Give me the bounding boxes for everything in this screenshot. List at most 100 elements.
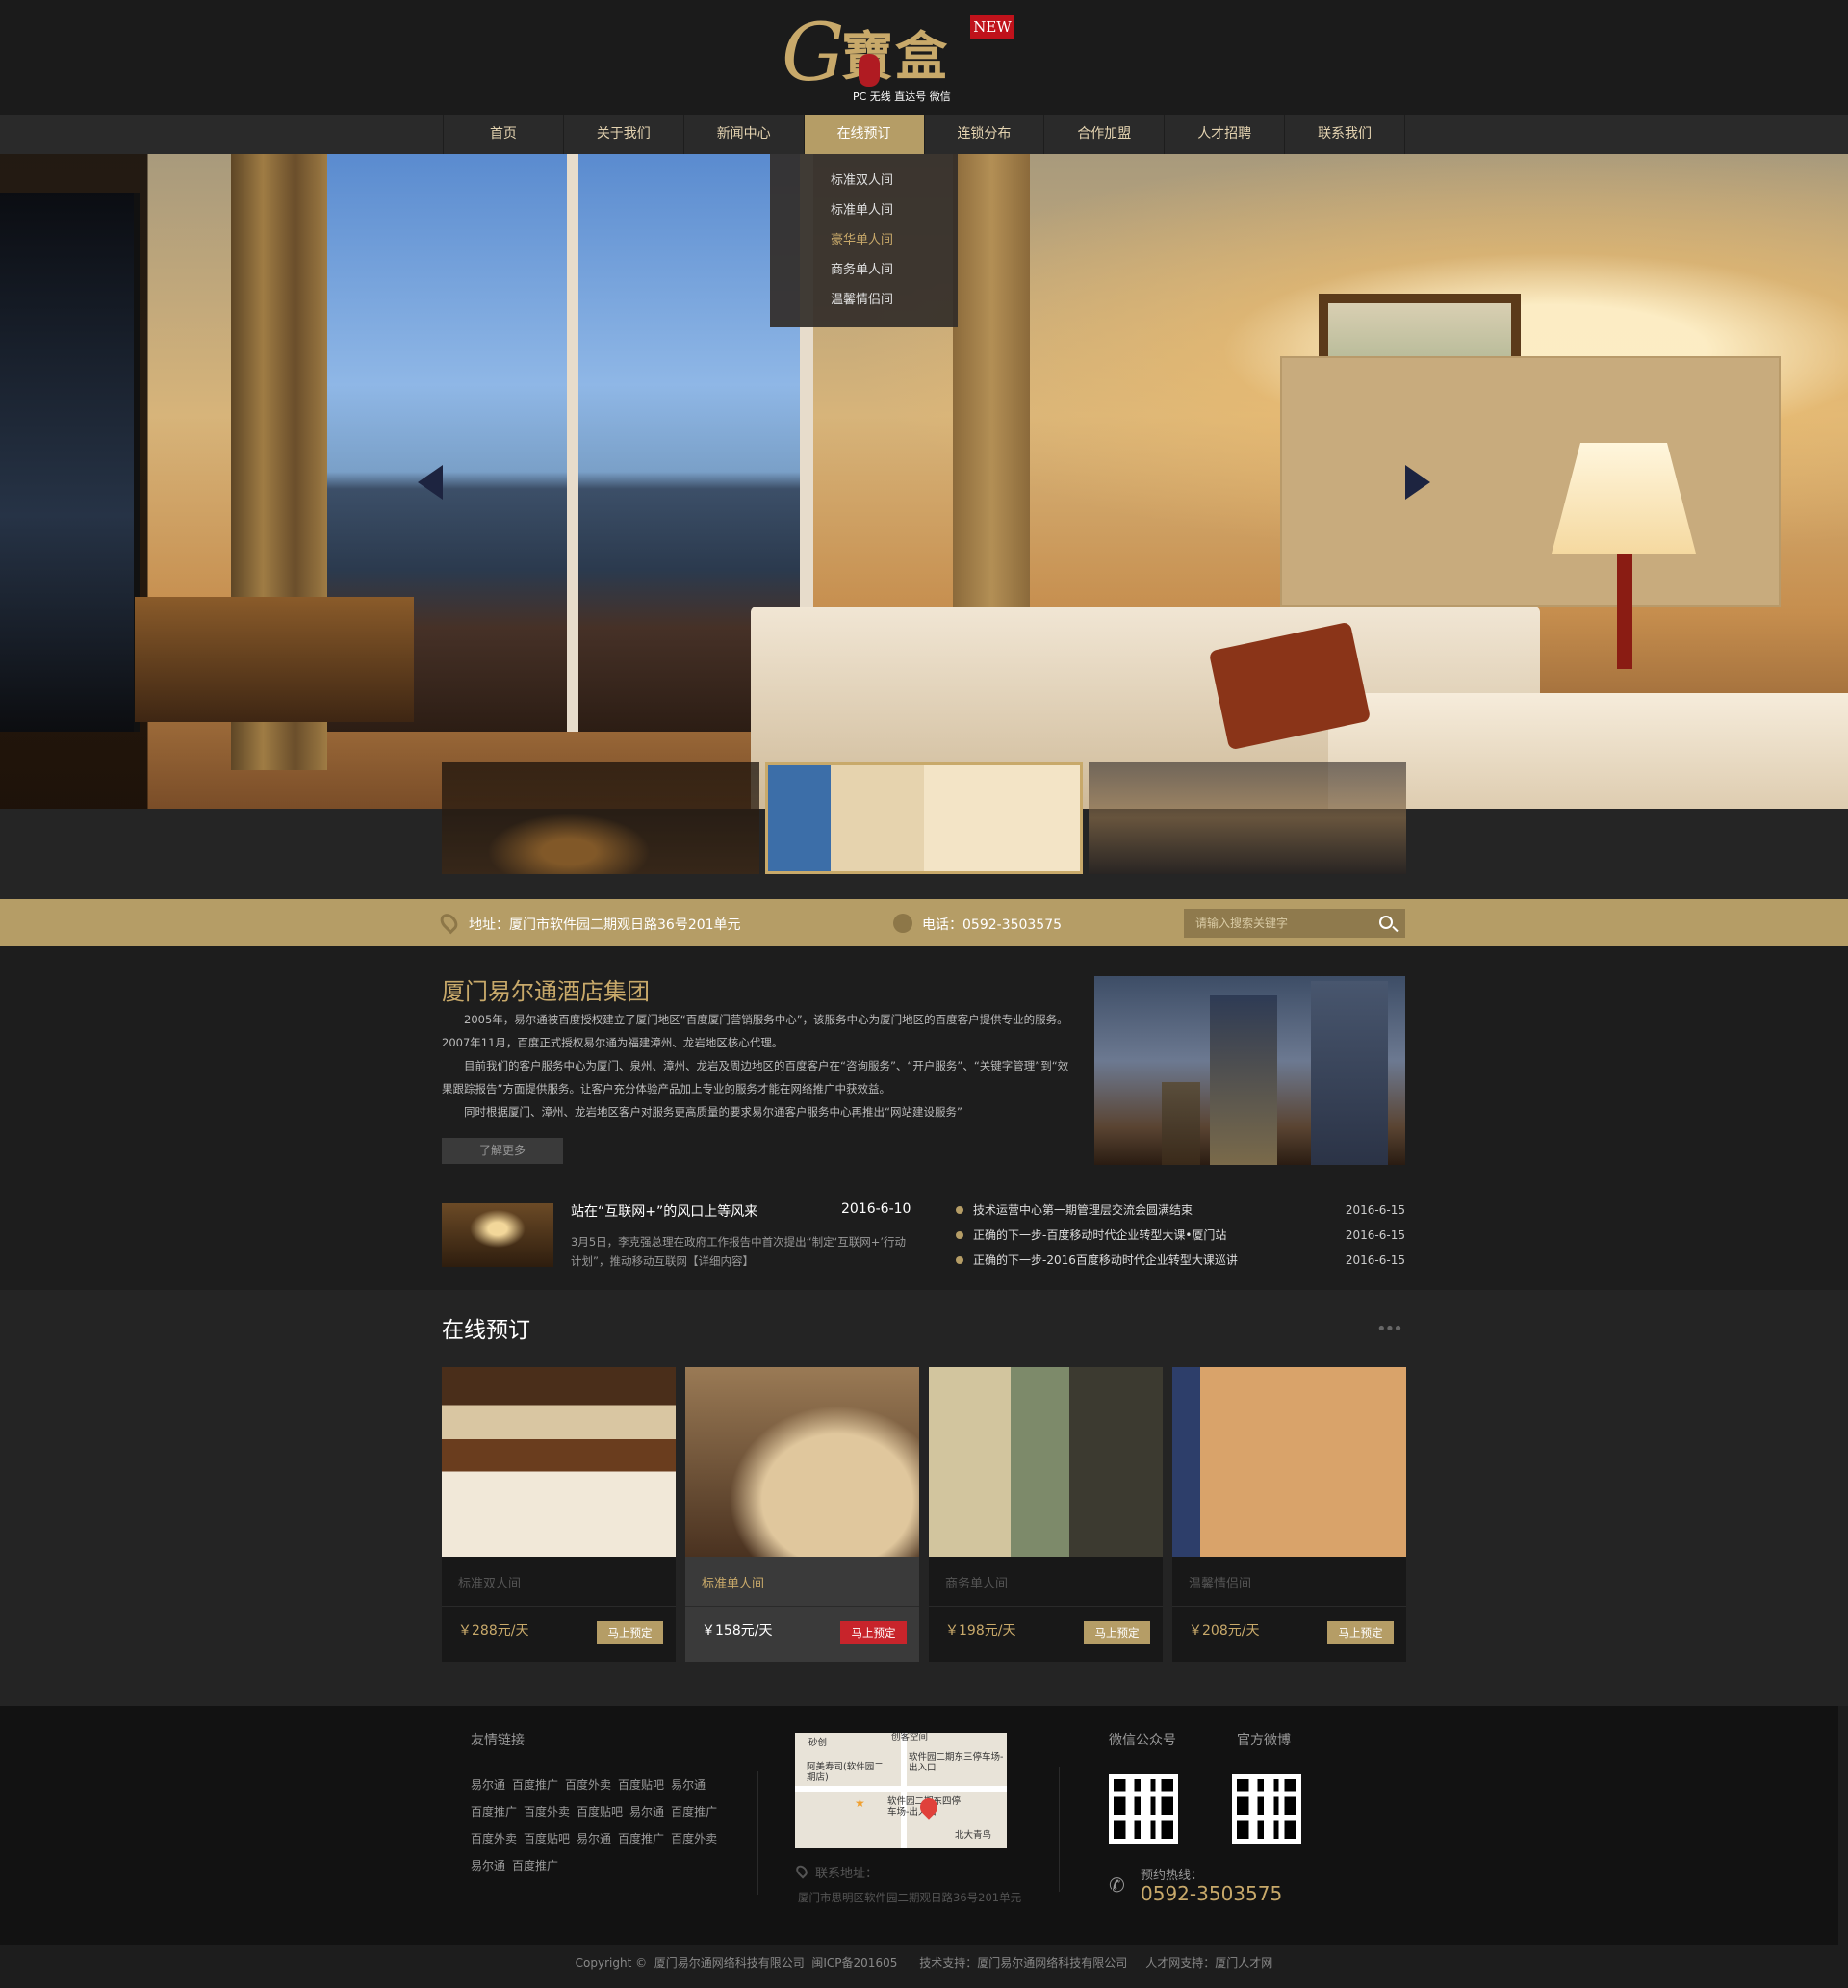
slide-thumbnail-active[interactable] [765, 762, 1083, 874]
friend-link[interactable]: 百度贴吧 [618, 1778, 664, 1792]
room-name: 商务单人间 [945, 1577, 1009, 1591]
friend-link[interactable]: 百度外卖 [671, 1832, 717, 1846]
nav-item-news[interactable]: 新闻中心 [684, 115, 805, 154]
map-label: 阿美寿司(软件园二期店) [807, 1762, 884, 1783]
more-dots-icon[interactable]: ••• [1376, 1319, 1403, 1339]
friend-link[interactable]: 百度推广 [512, 1859, 558, 1872]
banner-lamp-base [1617, 554, 1632, 669]
nav-item-contact[interactable]: 联系我们 [1285, 115, 1405, 154]
room-price: ￥198元/天 [945, 1623, 1016, 1639]
friend-link[interactable]: 百度外卖 [565, 1778, 611, 1792]
banner-desk-image [135, 597, 414, 722]
friend-link[interactable]: 百度外卖 [524, 1805, 570, 1819]
room-image[interactable] [929, 1367, 1163, 1557]
weibo-label: 官方微博 [1237, 1733, 1291, 1748]
friend-link[interactable]: 百度推广 [618, 1832, 664, 1846]
news-item-title[interactable]: 技术运营中心第一期管理层交流会圆满结束 [973, 1201, 1193, 1220]
map-label: 软件园二期东三停车场-出入口 [909, 1752, 1004, 1773]
logo-chinese: 寶盒 [841, 25, 949, 87]
new-badge: NEW [970, 15, 1014, 39]
news-list-item[interactable]: 技术运营中心第一期管理层交流会圆满结束 2016-6-15 [956, 1201, 1405, 1226]
room-card[interactable]: 温馨情侣间 ￥208元/天 马上预定 [1172, 1367, 1406, 1662]
hotline-number: 0592-3503575 [1141, 1882, 1283, 1905]
dropdown-item-business-single[interactable]: 商务单人间 [770, 255, 958, 285]
room-name: 温馨情侣间 [1189, 1577, 1252, 1591]
wechat-qr-code [1109, 1774, 1178, 1844]
friend-link[interactable]: 易尔通 [629, 1805, 664, 1819]
wechat-label: 微信公众号 [1109, 1733, 1176, 1748]
nav-item-about[interactable]: 关于我们 [564, 115, 684, 154]
contact-label: 联系地址： [815, 1867, 879, 1881]
hotline-label: 预约热线： [1141, 1869, 1204, 1883]
bullet-icon [956, 1231, 963, 1239]
news-thumbnail-image[interactable] [442, 1203, 553, 1267]
dropdown-item-standard-twin[interactable]: 标准双人间 [770, 166, 958, 195]
room-card[interactable]: 商务单人间 ￥198元/天 马上预定 [929, 1367, 1163, 1662]
friend-link[interactable]: 易尔通 [471, 1859, 505, 1872]
nav-item-branches[interactable]: 连锁分布 [925, 115, 1045, 154]
footer-divider [757, 1771, 758, 1895]
news-item-date: 2016-6-15 [1345, 1228, 1405, 1242]
main-nav: 首页 关于我们 新闻中心 在线预订 连锁分布 合作加盟 人才招聘 联系我们 [0, 115, 1848, 154]
friend-link[interactable]: 百度外卖 [471, 1832, 517, 1846]
friend-link[interactable]: 易尔通 [671, 1778, 706, 1792]
friend-link[interactable]: 易尔通 [471, 1778, 505, 1792]
news-list-item[interactable]: 正确的下一步-百度移动时代企业转型大课•厦门站 2016-6-15 [956, 1226, 1405, 1251]
phone-icon: ✆ [1109, 1873, 1125, 1897]
next-slide-arrow-icon[interactable] [1405, 465, 1430, 500]
friend-link[interactable]: 百度贴吧 [524, 1832, 570, 1846]
friend-link[interactable]: 百度贴吧 [577, 1805, 623, 1819]
news-list-item[interactable]: 正确的下一步-2016百度移动时代企业转型大课巡讲 2016-6-15 [956, 1251, 1405, 1276]
logo-mark: G [782, 8, 845, 99]
prev-slide-arrow-icon[interactable] [418, 465, 443, 500]
friend-link[interactable]: 百度推广 [512, 1778, 558, 1792]
book-now-button[interactable]: 马上预定 [597, 1621, 663, 1644]
friend-links: 易尔通 百度推广 百度外卖 百度贴吧 易尔通 百度推广 百度外卖 百度贴吧 易尔通 百度推广 百… [471, 1771, 731, 1879]
location-map[interactable]: 砂创 创客空间 阿美寿司(软件园二期店) 软件园二期东三停车场-出入口 软件园二… [795, 1733, 1007, 1848]
news-list: 技术运营中心第一期管理层交流会圆满结束 2016-6-15 正确的下一步-百度移… [956, 1201, 1405, 1276]
logo-seal-icon [859, 54, 880, 87]
map-label: 创客空间 [891, 1733, 929, 1743]
news-item-title[interactable]: 正确的下一步-百度移动时代企业转型大课•厦门站 [973, 1226, 1226, 1245]
room-price: ￥208元/天 [1189, 1623, 1260, 1639]
about-paragraph: 目前我们的客户服务中心为厦门、泉州、漳州、龙岩及周边地区的百度客户在“咨询服务”… [442, 1059, 1069, 1096]
news-item-date: 2016-6-15 [1345, 1253, 1405, 1267]
bullet-icon [956, 1206, 963, 1214]
room-image[interactable] [442, 1367, 676, 1557]
nav-item-booking[interactable]: 在线预订 [804, 115, 925, 154]
friend-link[interactable]: 易尔通 [577, 1832, 611, 1846]
dropdown-item-standard-single[interactable]: 标准单人间 [770, 195, 958, 225]
slide-thumbnail[interactable] [442, 762, 759, 874]
nav-item-home[interactable]: 首页 [444, 115, 564, 154]
news-item-title[interactable]: 正确的下一步-2016百度移动时代企业转型大课巡讲 [973, 1251, 1238, 1270]
book-now-button[interactable]: 马上预定 [840, 1621, 907, 1644]
room-card-active[interactable]: 标准单人间 ￥158元/天 马上预定 [685, 1367, 919, 1662]
copyright-text: Copyright © 厦门易尔通网络科技有限公司 闽ICP备201605 技术… [575, 1956, 1273, 1970]
logo-subtitle: PC 无线 直达号 微信 [853, 90, 951, 103]
book-now-button[interactable]: 马上预定 [1084, 1621, 1150, 1644]
search-box [1184, 909, 1405, 938]
bullet-icon [956, 1256, 963, 1264]
nav-item-careers[interactable]: 人才招聘 [1165, 115, 1286, 154]
logo[interactable]: G 寶盒 NEW PC 无线 直达号 微信 [782, 8, 1014, 110]
about-text: 2005年，易尔通被百度授权建立了厦门地区“百度厦门营销服务中心”，该服务中心为… [442, 1008, 1077, 1123]
book-now-button[interactable]: 马上预定 [1327, 1621, 1394, 1644]
room-image[interactable] [1172, 1367, 1406, 1557]
room-card[interactable]: 标准双人间 ￥288元/天 马上预定 [442, 1367, 676, 1662]
nav-item-franchise[interactable]: 合作加盟 [1044, 115, 1166, 154]
footer-divider [1059, 1767, 1060, 1892]
dropdown-item-couple-room[interactable]: 温馨情侣间 [770, 285, 958, 315]
search-icon[interactable] [1379, 916, 1393, 929]
slide-thumbnail[interactable] [1089, 762, 1406, 874]
phone-text: 电话：0592-3503575 [922, 917, 1063, 933]
room-image[interactable] [685, 1367, 919, 1557]
featured-news-title[interactable]: 站在“互联网+”的风口上等风来 [571, 1201, 757, 1221]
search-input[interactable] [1184, 909, 1367, 938]
dropdown-item-deluxe-single[interactable]: 豪华单人间 [770, 225, 958, 255]
news-item-date: 2016-6-15 [1345, 1203, 1405, 1217]
phone-icon [893, 914, 912, 933]
friend-link[interactable]: 百度推广 [671, 1805, 717, 1819]
room-price: ￥158元/天 [702, 1623, 773, 1639]
learn-more-button[interactable]: 了解更多 [442, 1138, 563, 1164]
friend-link[interactable]: 百度推广 [471, 1805, 517, 1819]
